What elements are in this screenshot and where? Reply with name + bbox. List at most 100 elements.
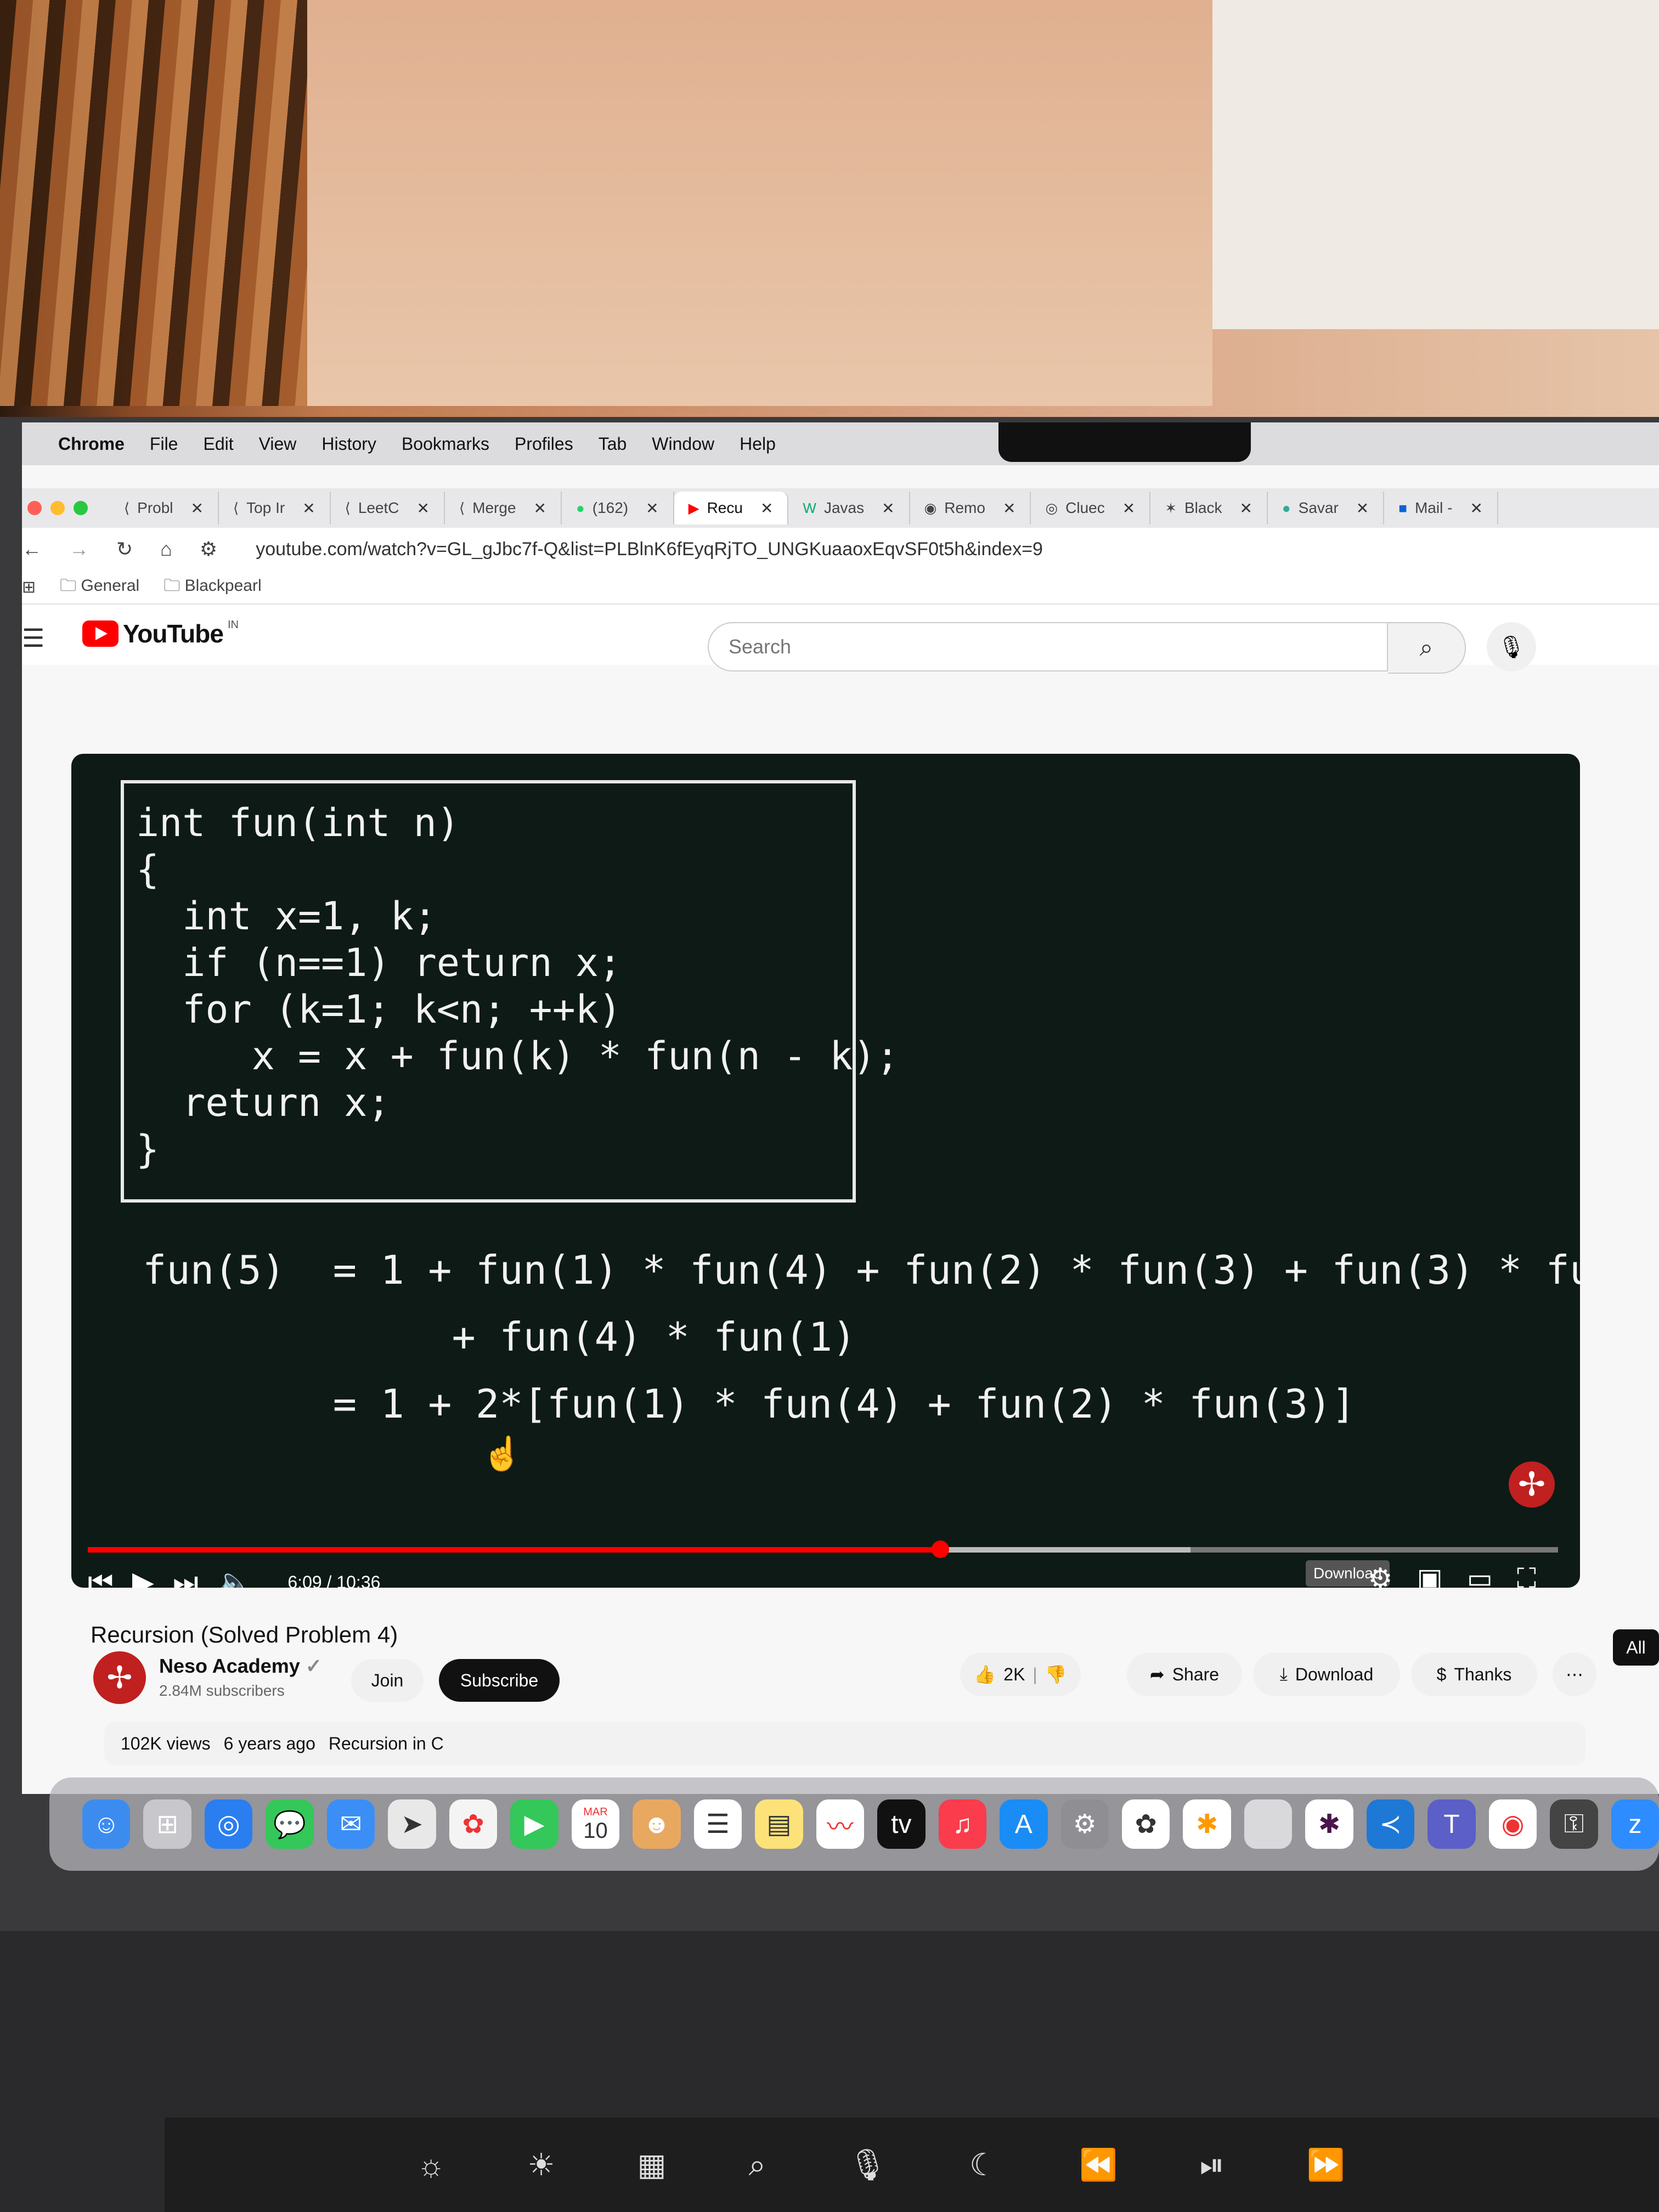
close-tab-icon[interactable]: ✕ bbox=[191, 499, 204, 517]
download-button[interactable]: ⤓ Download bbox=[1253, 1652, 1400, 1696]
channel-avatar[interactable]: ✢ bbox=[93, 1651, 146, 1704]
volume-icon[interactable]: 🔈 bbox=[217, 1566, 253, 1588]
settings-icon[interactable]: ⚙ bbox=[1368, 1562, 1393, 1588]
like-button[interactable]: 👍 2K | 👎 bbox=[960, 1652, 1081, 1696]
hamburger-menu-icon[interactable]: ☰ bbox=[22, 623, 44, 653]
blank-app-icon[interactable] bbox=[1244, 1799, 1293, 1849]
brightness-up-icon[interactable]: ☀ bbox=[527, 2147, 555, 2183]
close-tab-icon[interactable]: ✕ bbox=[302, 499, 315, 517]
forward-arrow-icon[interactable]: → bbox=[69, 538, 89, 561]
voice-search-button[interactable]: 🎙 bbox=[1487, 622, 1536, 672]
menu-bookmarks[interactable]: Bookmarks bbox=[402, 434, 489, 454]
youtube-logo[interactable]: YouTube IN bbox=[82, 619, 239, 648]
zoom-icon[interactable]: z bbox=[1611, 1799, 1659, 1849]
close-tab-icon[interactable]: ✕ bbox=[1239, 499, 1252, 517]
do-not-disturb-icon[interactable]: ☾ bbox=[969, 2147, 997, 2183]
theater-mode-icon[interactable]: ▭ bbox=[1467, 1562, 1493, 1588]
tab-top-interview[interactable]: ⟨ Top Ir ✕ bbox=[219, 492, 331, 524]
slack-icon[interactable]: ✱ bbox=[1305, 1799, 1353, 1849]
site-settings-icon[interactable]: ⚙ bbox=[200, 538, 217, 561]
app-store-icon[interactable]: A bbox=[1000, 1799, 1048, 1849]
menu-profiles[interactable]: Profiles bbox=[515, 434, 573, 454]
close-tab-icon[interactable]: ✕ bbox=[1122, 499, 1135, 517]
maps-icon[interactable]: ➤ bbox=[388, 1799, 436, 1849]
tab-problems[interactable]: ⟨ Probl ✕ bbox=[110, 492, 219, 524]
mail-icon[interactable]: ✉ bbox=[326, 1799, 375, 1849]
teams-icon[interactable]: T bbox=[1427, 1799, 1476, 1849]
play-icon[interactable]: ▶ bbox=[132, 1566, 154, 1588]
tab-merge[interactable]: ⟨ Merge ✕ bbox=[445, 492, 562, 524]
menu-app-name[interactable]: Chrome bbox=[58, 434, 125, 454]
launchpad-icon[interactable]: ⊞ bbox=[143, 1799, 191, 1849]
chatgpt-icon[interactable]: ✿ bbox=[1121, 1799, 1170, 1849]
more-actions-button[interactable]: ⋯ bbox=[1553, 1652, 1596, 1696]
tab-savar[interactable]: ● Savar ✕ bbox=[1268, 492, 1385, 524]
share-button[interactable]: ➦ Share bbox=[1127, 1652, 1242, 1696]
mission-control-icon[interactable]: ▦ bbox=[637, 2147, 667, 2183]
back-arrow-icon[interactable]: ← bbox=[22, 538, 42, 561]
spotlight-icon[interactable]: ⌕ bbox=[748, 2147, 765, 2183]
dictation-icon[interactable]: 🎙 bbox=[848, 2147, 887, 2183]
thanks-button[interactable]: $ Thanks bbox=[1411, 1652, 1537, 1696]
miniplayer-icon[interactable]: ▣ bbox=[1417, 1562, 1443, 1588]
facetime-icon[interactable]: ▶ bbox=[510, 1799, 558, 1849]
apps-grid-icon[interactable]: ⊞ bbox=[22, 578, 36, 597]
url-field[interactable]: youtube.com/watch?v=GL_gJbc7f-Q&list=PLB… bbox=[256, 539, 1043, 560]
brightness-down-icon[interactable]: ☼ bbox=[417, 2147, 445, 2183]
fast-forward-icon[interactable]: ⏩ bbox=[1307, 2147, 1345, 2183]
menu-tab[interactable]: Tab bbox=[599, 434, 627, 454]
messages-icon[interactable]: 💬 bbox=[266, 1799, 314, 1849]
minimize-window-button[interactable] bbox=[50, 501, 65, 515]
apple-tv-icon[interactable]: tv bbox=[877, 1799, 926, 1849]
channel-watermark[interactable]: ✢ bbox=[1509, 1462, 1555, 1508]
close-tab-icon[interactable]: ✕ bbox=[646, 499, 658, 517]
search-input[interactable] bbox=[708, 622, 1388, 672]
tab-recursion[interactable]: ▶ Recu ✕ bbox=[674, 492, 789, 524]
safari-icon[interactable]: ◎ bbox=[204, 1799, 253, 1849]
close-tab-icon[interactable]: ✕ bbox=[1003, 499, 1015, 517]
system-settings-icon[interactable]: ⚙ bbox=[1060, 1799, 1109, 1849]
previous-icon[interactable]: ⏮ bbox=[88, 1566, 114, 1588]
close-tab-icon[interactable]: ✕ bbox=[534, 499, 546, 517]
finder-icon[interactable]: ☺ bbox=[82, 1799, 131, 1849]
photos-icon[interactable]: ✿ bbox=[449, 1799, 498, 1849]
zoom-window-button[interactable] bbox=[74, 501, 88, 515]
slack-alt-icon[interactable]: ✱ bbox=[1183, 1799, 1231, 1849]
search-button[interactable]: ⌕ bbox=[1388, 622, 1466, 674]
close-tab-icon[interactable]: ✕ bbox=[760, 499, 773, 517]
menu-file[interactable]: File bbox=[150, 434, 178, 454]
playlist-link[interactable]: Recursion in C bbox=[329, 1734, 444, 1754]
chrome-icon[interactable]: ◉ bbox=[1488, 1799, 1537, 1849]
video-player[interactable]: int fun(int n) { int x=1, k; if (n==1) r… bbox=[71, 754, 1580, 1588]
next-icon[interactable]: ⏭ bbox=[173, 1566, 199, 1588]
rewind-icon[interactable]: ⏪ bbox=[1079, 2147, 1118, 2183]
freeform-icon[interactable]: 〰 bbox=[816, 1799, 865, 1849]
close-tab-icon[interactable]: ✕ bbox=[417, 499, 430, 517]
thumbs-down-icon[interactable]: 👎 bbox=[1045, 1664, 1067, 1685]
bookmark-blackpearl[interactable]: 🗀 Blackpearl bbox=[163, 573, 261, 601]
menu-help[interactable]: Help bbox=[740, 434, 776, 454]
menu-history[interactable]: History bbox=[321, 434, 376, 454]
notes-icon[interactable]: ▤ bbox=[755, 1799, 803, 1849]
close-tab-icon[interactable]: ✕ bbox=[1356, 499, 1369, 517]
fullscreen-icon[interactable]: ⛶ bbox=[1517, 1562, 1536, 1588]
contacts-icon[interactable]: ☻ bbox=[633, 1799, 681, 1849]
menu-view[interactable]: View bbox=[259, 434, 297, 454]
tab-mail[interactable]: ■ Mail - ✕ bbox=[1384, 492, 1498, 524]
menu-window[interactable]: Window bbox=[652, 434, 714, 454]
tab-remote[interactable]: ◉ Remo ✕ bbox=[910, 492, 1031, 524]
progress-scrubber[interactable] bbox=[932, 1541, 950, 1558]
progress-bar[interactable] bbox=[88, 1541, 1558, 1558]
home-icon[interactable]: ⌂ bbox=[160, 538, 172, 561]
tab-leetcode[interactable]: ⟨ LeetC ✕ bbox=[331, 492, 445, 524]
reload-icon[interactable]: ↻ bbox=[116, 538, 133, 561]
subscribe-button[interactable]: Subscribe bbox=[439, 1659, 560, 1702]
tab-whatsapp[interactable]: ● (162) ✕ bbox=[562, 492, 674, 524]
reminders-icon[interactable]: ☰ bbox=[693, 1799, 742, 1849]
close-window-button[interactable] bbox=[27, 501, 42, 515]
video-description-box[interactable]: 102K views 6 years ago Recursion in C bbox=[104, 1722, 1585, 1765]
tab-blackpearl[interactable]: ✶ Black ✕ bbox=[1150, 492, 1268, 524]
menu-edit[interactable]: Edit bbox=[203, 434, 233, 454]
filter-chip-all[interactable]: All bbox=[1613, 1629, 1659, 1666]
tab-javascript[interactable]: W Javas ✕ bbox=[788, 492, 910, 524]
